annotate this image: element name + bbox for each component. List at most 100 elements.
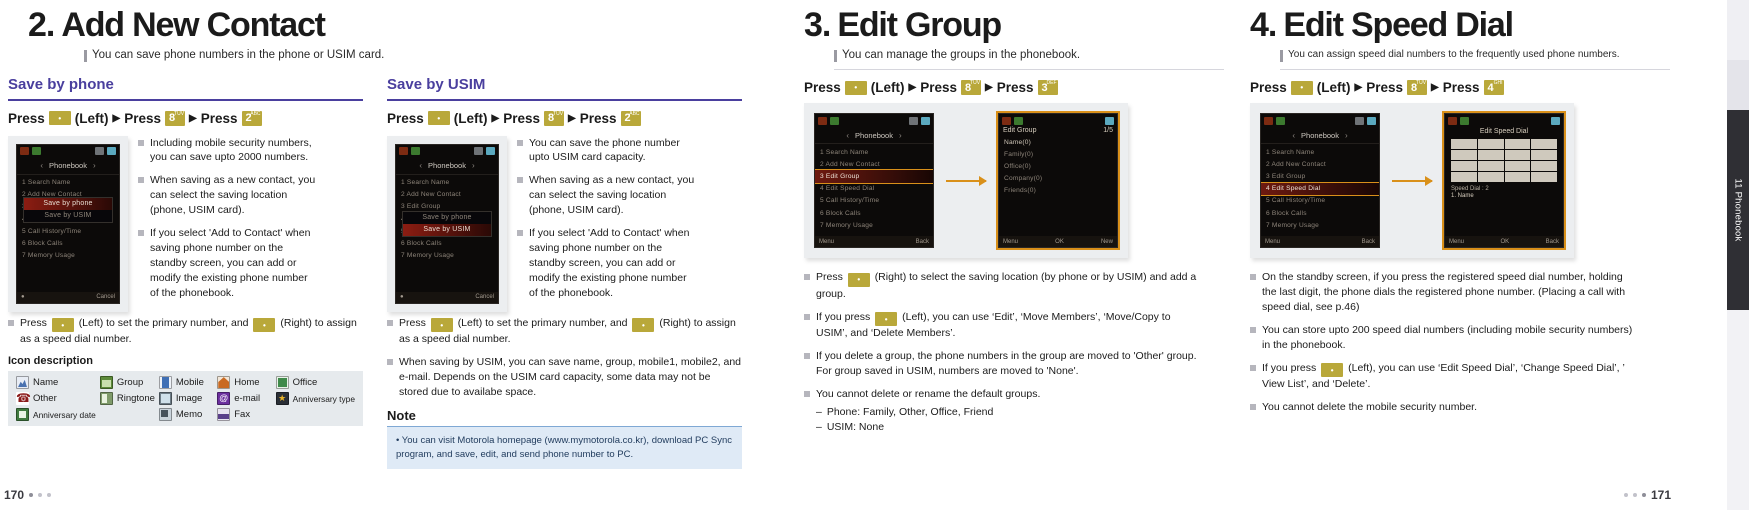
nav-key-icon-left	[875, 312, 898, 327]
battery-icon	[1551, 116, 1560, 125]
key-8-icon: 8 TUV	[961, 80, 982, 95]
chapter-tab-label: 11 Phonebook	[1732, 178, 1744, 242]
home-icon	[217, 376, 231, 390]
list-item: 5 Call History/Time	[22, 227, 82, 235]
softkey-bar: Menu Back	[1261, 236, 1379, 247]
screen-title-text-2: Phonebook	[428, 161, 466, 170]
divider	[1280, 69, 1670, 70]
bullet-square-icon	[804, 353, 810, 360]
bullet-square-icon	[804, 313, 810, 320]
softkey-left: Menu	[1449, 238, 1465, 245]
icon-legend-fax: Fax	[217, 408, 271, 422]
subtitle-text: You can assign speed dial numbers to the…	[1288, 49, 1620, 60]
key-3-icon: 3 DEF	[1037, 80, 1058, 95]
chevron-right-icon: ›	[92, 161, 96, 170]
bullets-save-by-phone: Including mobile security numbers, you c…	[138, 136, 318, 309]
softkey-right: Back	[915, 238, 929, 245]
list-item: 1 Search Name	[401, 179, 450, 187]
list-item: 7 Memory Usage	[820, 221, 874, 229]
accent-bar-icon	[1280, 50, 1283, 62]
softkey-left: Menu	[1003, 238, 1019, 245]
battery-icon	[1105, 116, 1114, 125]
bullet-square-icon	[1250, 404, 1256, 411]
press-sequence-save-by-usim: Press (Left) ▶ Press 8 TUV ▶ Press 2 ABC	[387, 110, 742, 126]
list-item: 7 Memory Usage	[22, 252, 76, 260]
lock-icon	[1355, 116, 1364, 125]
footnote-pre: Press	[399, 316, 426, 329]
signal-icon	[399, 147, 408, 155]
signal-icon	[1448, 116, 1457, 125]
status-bar	[396, 145, 498, 158]
tab-segment	[1727, 0, 1749, 60]
key-letters: TUV	[970, 80, 981, 86]
press-label-2: Press	[503, 110, 541, 126]
menu-list: 1 Search Name 2 Add New Contact 3 Edit G…	[815, 144, 933, 231]
accent-bar-icon	[834, 50, 837, 62]
folio-dot-icon	[29, 493, 34, 497]
press-label: Press	[1250, 80, 1287, 95]
popup-item-save-by-usim: Save by USIM	[403, 223, 491, 236]
image-picture-icon	[158, 392, 172, 406]
softkey-left: Menu	[819, 238, 835, 245]
section-2-heading: 2. Add New Contact	[28, 8, 760, 42]
arrow-icon: ▶	[491, 112, 500, 124]
press-label-3: Press	[579, 110, 617, 126]
phone-screen-title: ‹ Phonebook ›	[1261, 127, 1379, 144]
phone-mock-save-by-usim: ‹ Phonebook › 1 Search Name 2 Add New Co…	[387, 135, 507, 312]
key-letters-2: ABC	[250, 110, 261, 117]
nav-key-label: (Left)	[74, 110, 109, 126]
list-item: 2 Add New Contact	[1266, 160, 1326, 168]
bluetooth-icon	[32, 147, 41, 155]
icon-legend-home: Home	[217, 376, 271, 390]
grid-cell	[1504, 139, 1531, 149]
nav-key-icon	[1290, 80, 1313, 95]
list-item-selected-edit-speed-dial: 4 Edit Speed Dial	[1261, 181, 1379, 196]
dash-marker: –	[816, 405, 822, 418]
memo-icon	[158, 408, 172, 422]
icon-legend-ringtone: Ringtone	[99, 392, 155, 406]
chevron-right-icon: ›	[1344, 130, 1348, 140]
softkey-bar-2: ● Cancel	[396, 291, 498, 303]
list-item-selected-edit-group: 3 Edit Group	[815, 169, 933, 184]
softkey-bar: Menu Back	[815, 236, 933, 247]
arrow-icon: ▶	[112, 112, 121, 124]
bullet-item: When saving as a new contact, you can se…	[517, 173, 697, 218]
list-item: Office(0)	[1004, 162, 1031, 170]
grid-cell	[1531, 161, 1557, 171]
edit-group-header: Edit Group 1/5	[999, 127, 1117, 134]
key-8-icon: 8 TUV	[1407, 80, 1428, 95]
bullet-part-a: Press	[816, 271, 843, 283]
phone-screen-phonebook: ‹ Phonebook › 1 Search Name 2 Add New Co…	[814, 113, 934, 248]
list-item: 6 Block Calls	[820, 209, 861, 217]
status-bar	[815, 114, 933, 127]
folio-dot-icon	[1641, 493, 1646, 497]
key-letters-2: GHI	[1493, 80, 1503, 86]
phone-screen-2: ‹ Phonebook › 1 Search Name 2 Add New Co…	[395, 143, 499, 304]
nav-key-icon-left	[1321, 363, 1344, 378]
bullet-square-icon	[1250, 326, 1256, 333]
softkey-left: ●	[400, 294, 404, 300]
popup-item-save-by-phone: Save by phone	[24, 197, 112, 210]
grid-cell	[1504, 161, 1531, 171]
page-title: Edit Speed Dial	[1283, 6, 1514, 44]
page-171: 3. Edit Group You can manage the groups …	[800, 0, 1705, 510]
bullet-part-a: If you press	[816, 310, 871, 323]
press-label-3: Press	[1442, 80, 1480, 95]
list-item: 6 Block Calls	[1266, 209, 1307, 217]
bullet-item: You cannot delete or rename the default …	[804, 387, 1204, 402]
phone-screen-title-2: ‹ Phonebook ›	[396, 158, 498, 175]
softkey-left: ●	[21, 294, 25, 300]
note-body: • You can visit Motorola homepage (www.m…	[387, 427, 742, 469]
phone-screen-phonebook-2: ‹ Phonebook › 1 Search Name 2 Add New Co…	[1260, 113, 1380, 248]
nav-key-icon	[48, 111, 71, 125]
folio-dot-icon	[38, 493, 43, 497]
bullet-square-icon	[804, 274, 810, 280]
bullet-item: If you select 'Add to Contact' when savi…	[138, 226, 318, 301]
footnote-mid: (Left) to set the primary number, and	[457, 316, 628, 329]
icon-description-title: Icon description	[8, 355, 93, 368]
chevron-left-icon: ‹	[1292, 130, 1296, 140]
icon-legend-email: e-mail	[217, 392, 271, 406]
group-list: Name(0) Family(0) Office(0) Company(0) F…	[999, 134, 1117, 197]
nav-key-label: (Left)	[870, 80, 905, 95]
battery-icon	[921, 116, 930, 125]
